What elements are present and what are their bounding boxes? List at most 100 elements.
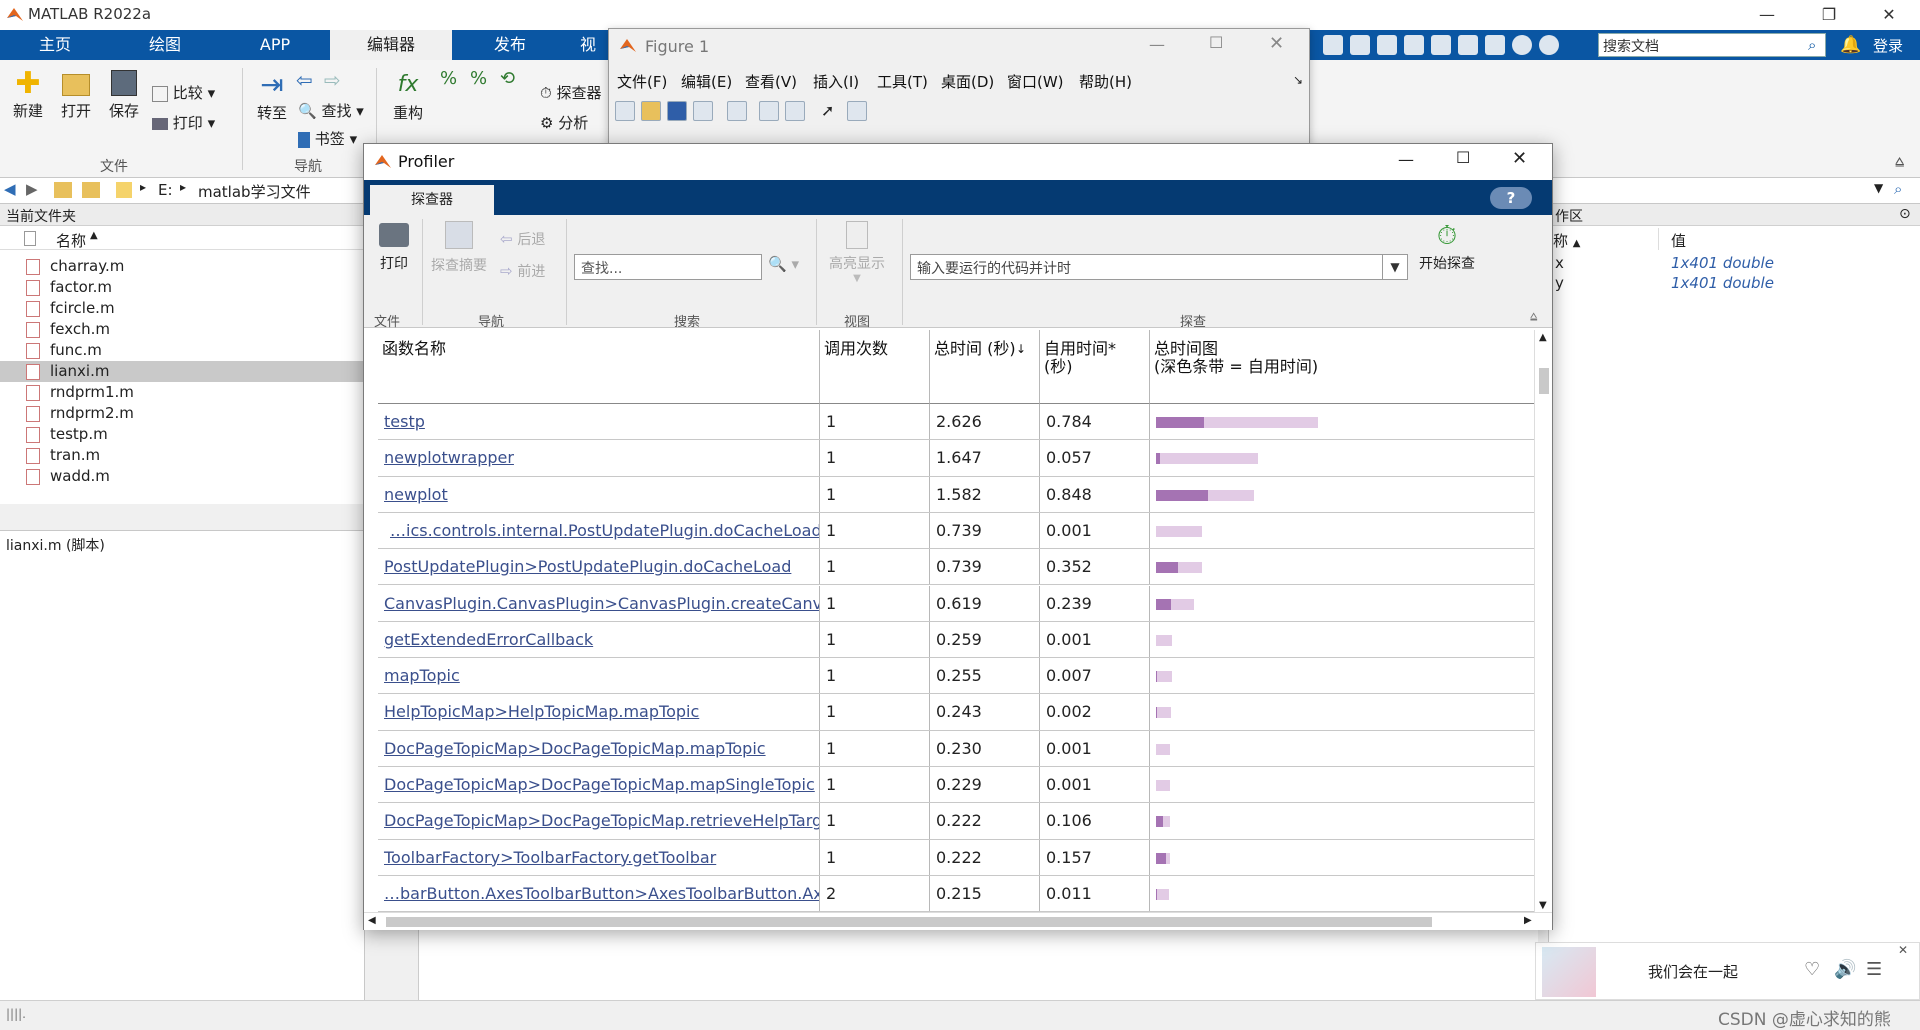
help-button[interactable]: ? [1490,187,1532,209]
refactor-button[interactable]: fx 重构 [386,68,430,123]
goto-button[interactable]: ⇥ 转至 [250,68,294,123]
figure-menu-help[interactable]: 帮助(H) [1079,71,1132,92]
file-list-item[interactable]: func.m [24,340,364,361]
table-row[interactable]: CanvasPlugin.CanvasPlugin>CanvasPlugin.c… [378,585,1534,622]
comment-icon[interactable]: % [440,68,457,89]
figure-menu-window[interactable]: 窗口(W) [1007,71,1064,92]
back-button[interactable]: ⇦ 后退 [500,229,545,249]
code-to-profile-input[interactable]: 输入要运行的代码并计时 [910,254,1390,280]
path-dropdown-icon[interactable]: ▼ [1874,181,1883,195]
workspace-name-col[interactable]: 称 ▲ [1549,228,1659,250]
undo-icon[interactable] [1431,35,1451,55]
open-button[interactable]: 打开 [56,68,96,148]
file-list-item[interactable]: rndprm2.m [24,403,364,424]
function-name-link[interactable]: newplot [378,476,820,512]
file-list-item[interactable]: factor.m [24,277,364,298]
table-row[interactable]: newplotwrapper 1 1.647 0.057 [378,440,1534,477]
profile-summary-button[interactable]: 探查摘要 [424,221,494,275]
table-row[interactable]: DocPageTopicMap>DocPageTopicMap.retrieve… [378,803,1534,840]
tab-home[interactable]: 主页 [0,30,110,60]
tab-publish[interactable]: 发布 [452,30,568,60]
function-name-link[interactable]: …ics.controls.internal.PostUpdatePlugin.… [378,512,820,549]
profiler-search-input[interactable]: 查找... [574,254,762,280]
cut-icon[interactable] [1350,35,1370,55]
analyze-button[interactable]: ⚙ 分析 [540,112,588,133]
profiler-minimize-button[interactable]: — [1398,150,1414,169]
save-button[interactable]: 保存 [104,68,144,148]
figure-menu-file[interactable]: 文件(F) [617,71,667,92]
pointer-icon[interactable]: ➚ [821,101,834,120]
new-button[interactable]: ✚ 新建 [8,68,48,148]
tab-plots[interactable]: 绘图 [110,30,220,60]
paste-icon[interactable] [1404,35,1424,55]
figure-menu-tools[interactable]: 工具(T) [877,71,928,92]
col-header-function-name[interactable]: 函数名称 [378,330,820,404]
back-icon[interactable]: ◀ [4,180,16,198]
search-docs-input[interactable]: 搜索文档 [1598,33,1826,57]
new-figure-icon[interactable] [615,101,635,121]
function-name-link[interactable]: CanvasPlugin.CanvasPlugin>CanvasPlugin.c… [378,585,820,621]
scroll-right-icon[interactable]: ▶ [1524,915,1532,926]
table-row[interactable]: testp 1 2.626 0.784 [378,404,1534,441]
profiler-button[interactable]: ⏱ 探查器 [540,82,602,103]
table-row[interactable]: HelpTopicMap>HelpTopicMap.mapTopic 1 0.243… [378,694,1534,731]
colorbar-icon[interactable] [759,101,779,121]
volume-icon[interactable]: 🔊 [1834,959,1856,980]
notification-bell-icon[interactable]: 🔔 [1840,35,1861,55]
forward-icon[interactable]: ▶ [26,180,38,198]
col-header-self-time[interactable]: 自用时间* (秒) [1040,330,1150,404]
workspace-menu-icon[interactable]: ⊙ [1899,206,1911,222]
table-row[interactable]: ToolbarFactory>ToolbarFactory.getToolbar… [378,839,1534,876]
name-column-header[interactable]: 名称 ▲ [0,228,365,250]
col-header-calls[interactable]: 调用次数 [820,330,930,404]
scroll-down-icon[interactable]: ▼ [1539,900,1547,911]
figure-menu-desktop[interactable]: 桌面(D) [941,71,994,92]
function-name-link[interactable]: getExtendedErrorCallback [378,621,820,658]
table-row[interactable]: PostUpdatePlugin>PostUpdatePlugin.doCach… [378,549,1534,586]
function-name-link[interactable]: …barButton.AxesToolbarButton>AxesToolbar… [378,875,820,912]
start-profiling-button[interactable]: ⏱ 开始探查 [1412,219,1482,273]
search-icon[interactable]: 🔍 ▾ [768,255,799,273]
figure-maximize-button[interactable]: ☐ [1209,33,1223,52]
table-row[interactable]: …ics.controls.internal.PostUpdatePlugin.… [378,512,1534,550]
code-history-dropdown[interactable]: ▼ [1382,254,1408,280]
album-cover[interactable] [1542,947,1596,997]
horizontal-scrollbar[interactable]: ◀ ▶ [364,912,1552,930]
tab-editor[interactable]: 编辑器 [330,30,452,60]
function-name-link[interactable]: DocPageTopicMap>DocPageTopicMap.retrieve… [378,803,820,839]
property-editor-icon[interactable] [847,101,867,121]
file-list-item[interactable]: wadd.m [24,466,364,487]
minimize-button[interactable]: — [1744,0,1790,30]
login-link[interactable]: 登录 [1873,35,1903,56]
scroll-left-icon[interactable]: ◀ [368,915,376,926]
file-list-item[interactable]: charray.m [24,256,364,277]
community-icon[interactable] [1539,35,1559,55]
function-name-link[interactable]: ToolbarFactory>ToolbarFactory.getToolbar [378,839,820,875]
file-list-item[interactable]: testp.m [24,424,364,445]
file-list-item[interactable]: tran.m [24,445,364,466]
profiler-close-button[interactable]: ✕ [1512,148,1527,169]
path-drive[interactable]: E: [158,181,173,199]
find-button[interactable]: 🔍 查找 ▾ [298,100,364,121]
workspace-var-row[interactable]: x 1x401 double [1555,254,1915,274]
legend-icon[interactable] [785,101,805,121]
function-name-link[interactable]: HelpTopicMap>HelpTopicMap.mapTopic [378,694,820,730]
figure-menu-view[interactable]: 查看(V) [745,71,797,92]
figure-menu-edit[interactable]: 编辑(E) [681,71,732,92]
function-name-link[interactable]: DocPageTopicMap>DocPageTopicMap.mapTopic [378,730,820,766]
file-list-item[interactable]: fexch.m [24,319,364,340]
workspace-var-row[interactable]: y 1x401 double [1555,274,1915,294]
print-figure-icon[interactable] [693,101,713,121]
forward-arrow-icon[interactable]: ⇨ [324,68,341,92]
scroll-thumb[interactable] [386,917,1432,927]
close-player-icon[interactable]: ✕ [1898,943,1908,957]
figure-minimize-button[interactable]: — [1149,35,1165,54]
profiler-maximize-button[interactable]: ☐ [1456,148,1470,167]
table-row[interactable]: getExtendedErrorCallback 1 0.259 0.001 [378,621,1534,659]
restore-button[interactable]: ❐ [1806,0,1852,30]
close-button[interactable]: ✕ [1866,0,1912,30]
file-list-item[interactable]: fcircle.m [24,298,364,319]
heart-icon[interactable]: ♡ [1804,959,1820,980]
figure-menu-insert[interactable]: 插入(I) [813,71,859,92]
table-row[interactable]: …barButton.AxesToolbarButton>AxesToolbar… [378,875,1534,913]
